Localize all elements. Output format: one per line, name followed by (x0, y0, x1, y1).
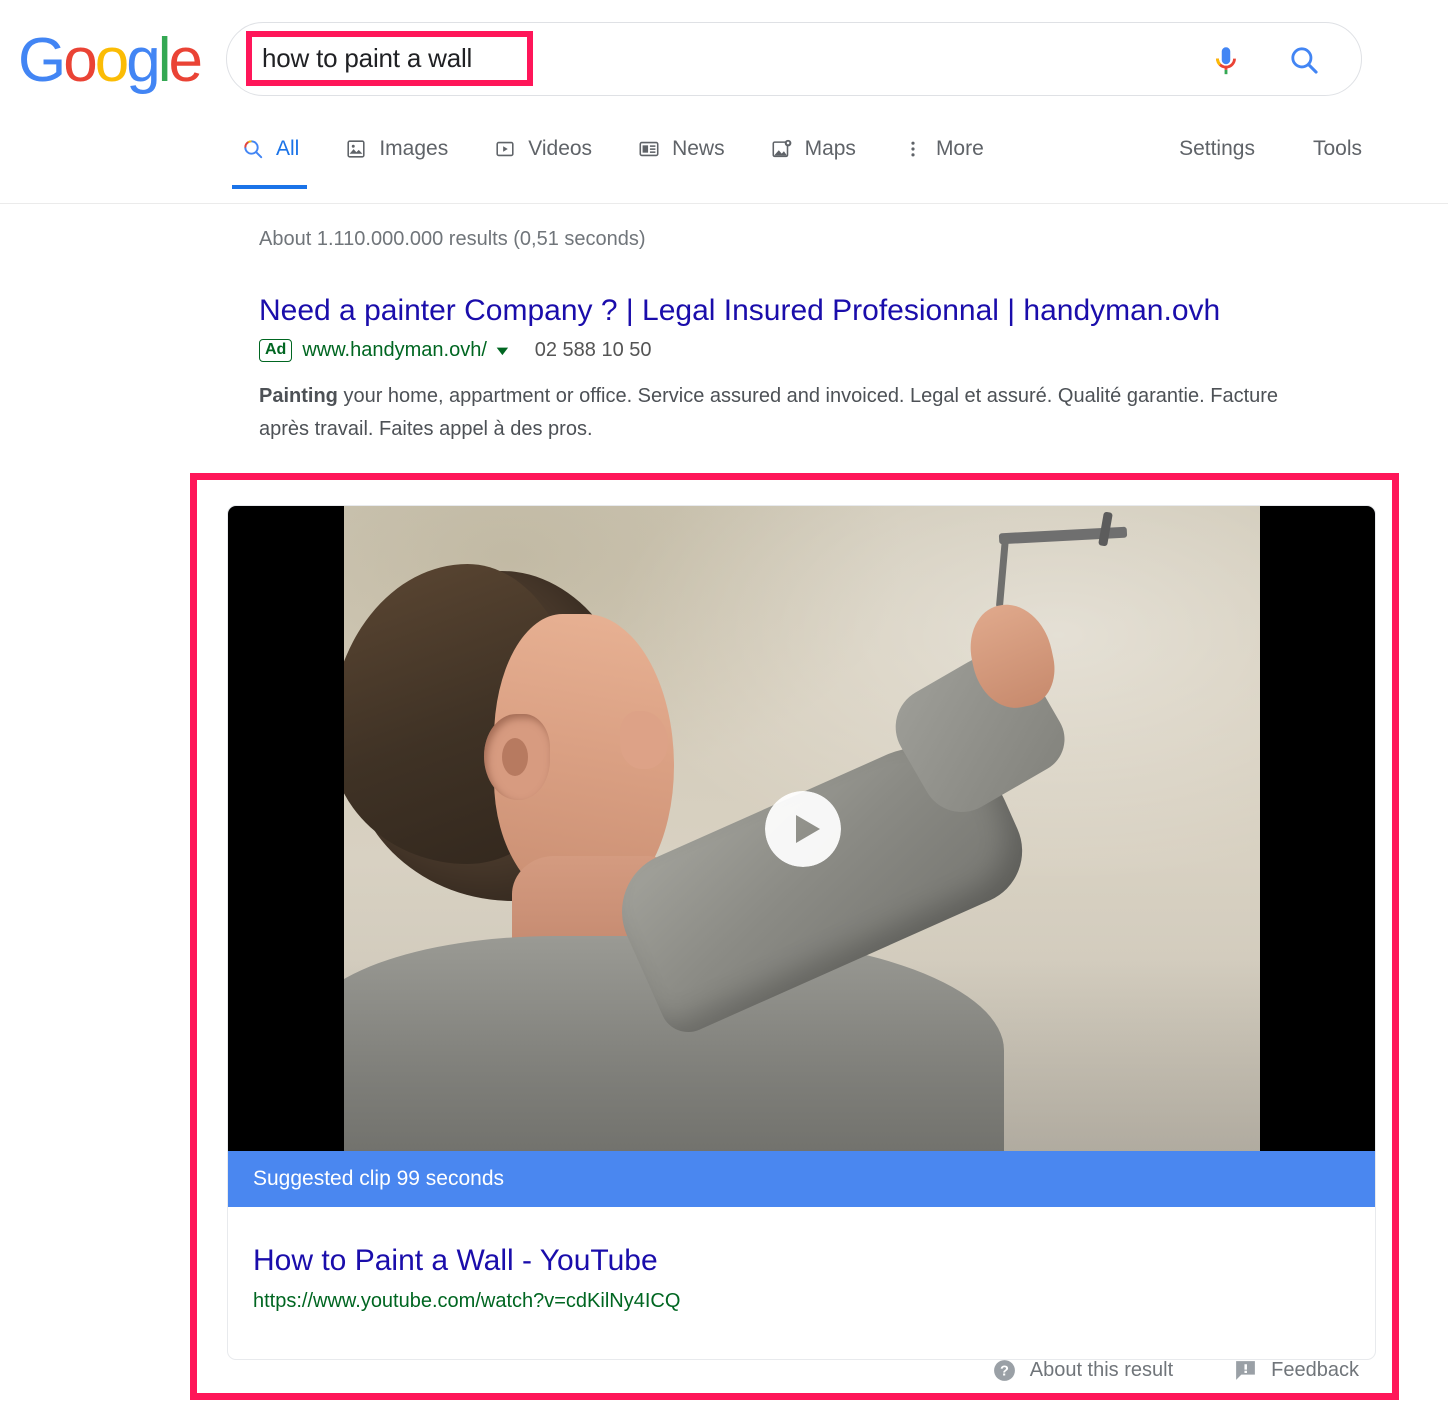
tab-more[interactable]: More (900, 118, 984, 180)
tab-more-label: More (935, 137, 984, 160)
logo-letter-o1: o (63, 26, 98, 95)
tab-all-label: All (276, 137, 300, 160)
page-header: Google (0, 0, 1448, 118)
feedback-button[interactable]: Feedback (1233, 1358, 1359, 1383)
question-circle-icon: ? (992, 1358, 1017, 1383)
tab-videos[interactable]: Videos (492, 118, 592, 180)
video-url[interactable]: https://www.youtube.com/watch?v=cdKilNy4… (253, 1290, 1375, 1313)
search-input-highlight (246, 31, 533, 86)
tab-news-label: News (672, 137, 725, 160)
ad-result: Need a painter Company ? | Legal Insured… (259, 293, 1359, 446)
tab-maps[interactable]: Maps (769, 118, 856, 180)
search-input[interactable] (260, 37, 525, 80)
search-icon (240, 136, 266, 162)
about-this-result-button[interactable]: ? About this result (992, 1358, 1173, 1383)
logo-letter-g2: g (126, 26, 161, 95)
video-title-link[interactable]: How to Paint a Wall - YouTube (253, 1243, 1375, 1279)
tools-button[interactable]: Tools (1313, 137, 1362, 161)
logo-letter-l: l (157, 26, 172, 95)
image-icon (343, 136, 369, 162)
search-bar[interactable] (226, 22, 1362, 96)
tab-all[interactable]: All (231, 118, 308, 189)
tab-maps-label: Maps (804, 137, 856, 160)
video-result-card: Suggested clip 99 seconds How to Paint a… (227, 505, 1376, 1360)
video-result-text: How to Paint a Wall - YouTube https://ww… (228, 1207, 1375, 1313)
tab-videos-label: Videos (528, 137, 593, 160)
search-nav-bar: All Images Videos News Maps More Setting… (0, 118, 1448, 204)
ad-url-row: Ad www.handyman.ovh/ ▼ 02 588 10 50 (259, 339, 1359, 362)
ad-description-bold: Painting (259, 385, 338, 407)
google-search-results-page: Google how to paint a wall All Images Vi… (0, 0, 1448, 1423)
nav-right-group: Settings Tools (1121, 118, 1448, 180)
tab-news[interactable]: News (636, 118, 725, 180)
svg-text:?: ? (1000, 1364, 1009, 1380)
suggested-clip-banner: Suggested clip 99 seconds (228, 1151, 1375, 1207)
ad-phone: 02 588 10 50 (534, 339, 652, 361)
video-thumbnail[interactable] (228, 506, 1375, 1151)
microphone-icon[interactable] (1209, 43, 1243, 77)
tab-images[interactable]: Images (343, 118, 448, 180)
person-ear-inner (502, 738, 528, 776)
ad-description: Painting your home, appartment or office… (259, 380, 1289, 446)
result-stats: About 1.110.000.000 results (0,51 second… (259, 228, 646, 250)
overflow-dots-icon (900, 136, 926, 162)
result-footer-actions: ? About this result Feedback (932, 1358, 1359, 1383)
google-logo[interactable]: Google (18, 30, 203, 92)
search-submit-icon[interactable] (1287, 43, 1321, 77)
map-pin-icon (769, 136, 795, 162)
logo-letter-o2: o (94, 26, 130, 95)
ad-url[interactable]: www.handyman.ovh/ (302, 339, 487, 362)
tab-images-label: Images (379, 137, 449, 160)
logo-letter-g1: G (18, 26, 66, 95)
about-this-result-label: About this result (1029, 1359, 1174, 1381)
video-icon (492, 136, 518, 162)
feedback-flag-icon (1233, 1358, 1258, 1383)
play-button-icon[interactable] (764, 790, 841, 867)
news-icon (636, 136, 662, 162)
suggested-clip-label: Suggested clip 99 seconds (253, 1167, 505, 1190)
video-result-highlight: Suggested clip 99 seconds How to Paint a… (190, 473, 1399, 1400)
ad-badge: Ad (259, 339, 293, 362)
logo-letter-e: e (168, 26, 203, 95)
ad-title-link[interactable]: Need a painter Company ? | Legal Insured… (259, 293, 1359, 329)
feedback-label: Feedback (1271, 1359, 1359, 1381)
settings-button[interactable]: Settings (1179, 137, 1255, 161)
ad-description-rest: your home, appartment or office. Service… (259, 385, 1279, 440)
chevron-down-icon[interactable]: ▼ (493, 343, 512, 358)
